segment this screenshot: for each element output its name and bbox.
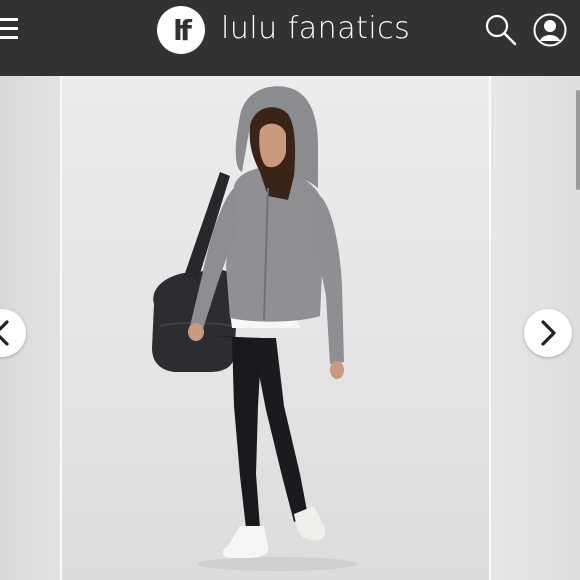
- app-header: lf lulu fanatics: [0, 0, 580, 76]
- face: [259, 123, 286, 168]
- right-hand: [330, 361, 344, 379]
- right-leg: [252, 338, 308, 522]
- product-image-carousel[interactable]: [0, 76, 580, 580]
- logo[interactable]: lf: [157, 6, 205, 54]
- chevron-left-icon: [0, 320, 9, 346]
- page-scrollbar[interactable]: [576, 90, 580, 190]
- main-product-image[interactable]: [62, 76, 489, 580]
- chevron-right-icon: [541, 320, 556, 346]
- hamburger-menu-icon[interactable]: [0, 14, 18, 44]
- user-account-icon[interactable]: [533, 13, 567, 47]
- left-shoe: [222, 526, 269, 558]
- search-icon[interactable]: [483, 12, 517, 46]
- next-arrow-button[interactable]: [524, 309, 572, 357]
- logo-text: lf: [173, 13, 192, 47]
- left-hand: [188, 323, 204, 341]
- brand-name[interactable]: lulu fanatics: [221, 11, 410, 46]
- model-photo: [152, 86, 357, 571]
- previous-arrow-button[interactable]: [0, 309, 26, 357]
- floor-shadow: [197, 557, 357, 571]
